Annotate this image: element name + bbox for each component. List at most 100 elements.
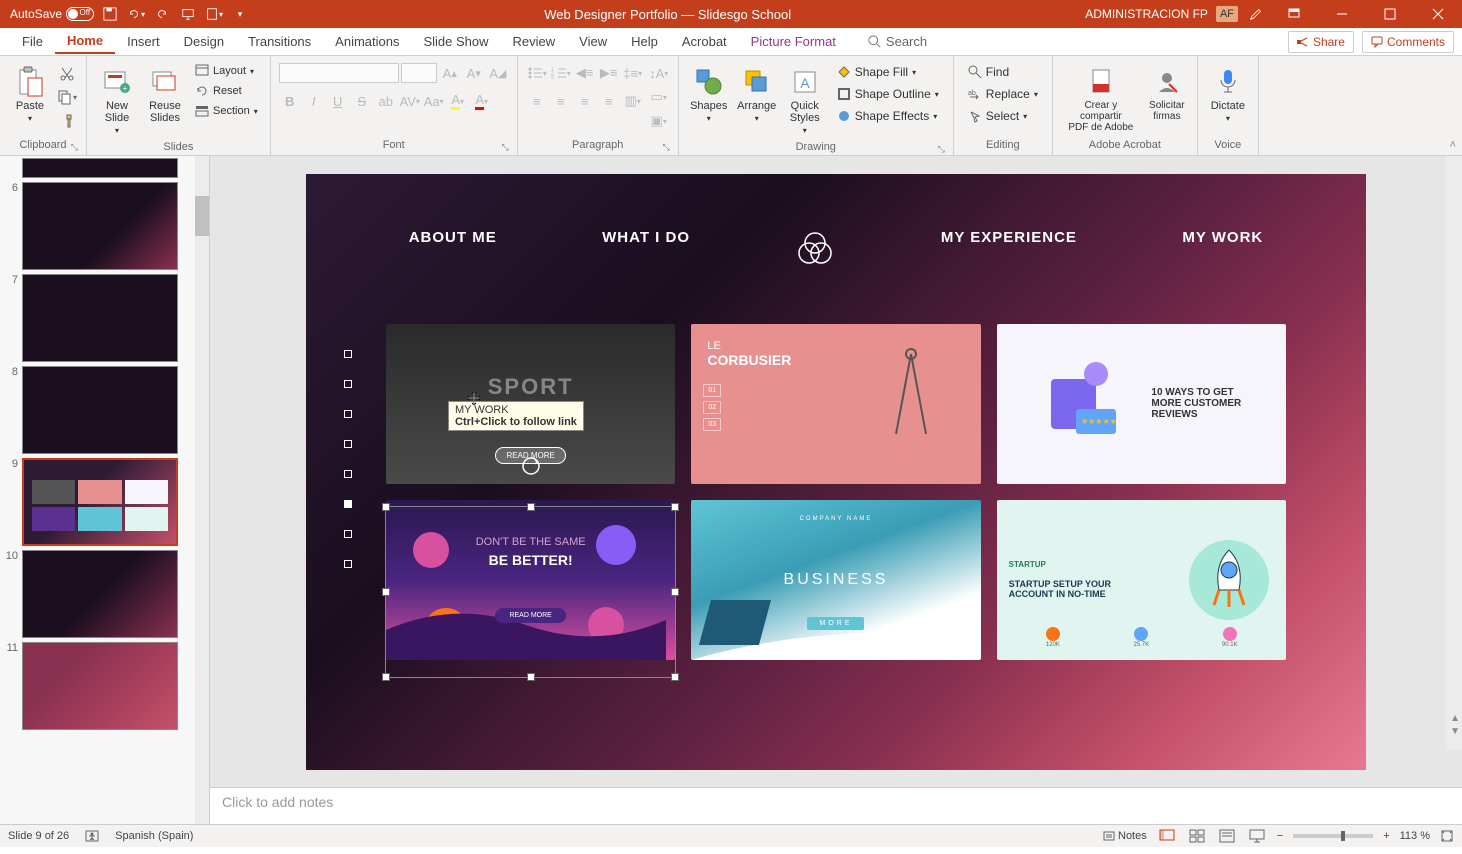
fit-window-icon[interactable] bbox=[1440, 829, 1454, 843]
reuse-slides-button[interactable]: Reuse Slides bbox=[143, 62, 187, 128]
arrange-button[interactable]: Arrange▾ bbox=[735, 62, 779, 127]
text-direction-button[interactable]: ↕A▾ bbox=[648, 62, 670, 84]
shapes-button[interactable]: Shapes▾ bbox=[687, 62, 731, 127]
qat-more-icon[interactable]: ▾ bbox=[204, 4, 224, 24]
reset-button[interactable]: Reset bbox=[191, 82, 262, 100]
maximize-button[interactable] bbox=[1370, 0, 1410, 28]
slide-thumb-11[interactable] bbox=[22, 642, 178, 730]
nav-work[interactable]: MY WORK bbox=[1182, 229, 1263, 269]
tab-acrobat[interactable]: Acrobat bbox=[670, 30, 739, 53]
next-slide-icon[interactable]: ▼ bbox=[1450, 726, 1460, 737]
accessibility-icon[interactable] bbox=[85, 830, 99, 842]
nav-what[interactable]: WHAT I DO bbox=[602, 229, 690, 269]
sorter-view-icon[interactable] bbox=[1187, 828, 1207, 844]
italic-button[interactable]: I bbox=[303, 90, 325, 112]
tab-transitions[interactable]: Transitions bbox=[236, 30, 323, 53]
spacing-button[interactable]: AV▾ bbox=[399, 90, 421, 112]
normal-view-icon[interactable] bbox=[1157, 828, 1177, 844]
align-center-button[interactable]: ≡ bbox=[550, 90, 572, 112]
font-name-input[interactable] bbox=[279, 63, 399, 83]
ribbon-display-icon[interactable] bbox=[1274, 0, 1314, 28]
slideshow-view-icon[interactable] bbox=[1247, 828, 1267, 844]
align-text-button[interactable]: ▭▾ bbox=[648, 86, 670, 108]
justify-button[interactable]: ≡ bbox=[598, 90, 620, 112]
strike-button[interactable]: S bbox=[351, 90, 373, 112]
minimize-button[interactable] bbox=[1322, 0, 1362, 28]
notes-toggle[interactable]: Notes bbox=[1103, 830, 1147, 842]
bullets-button[interactable]: ▾ bbox=[526, 62, 548, 84]
format-painter-button[interactable] bbox=[56, 110, 78, 132]
tab-picture-format[interactable]: Picture Format bbox=[739, 30, 848, 53]
zoom-in-button[interactable]: + bbox=[1383, 830, 1389, 842]
layout-button[interactable]: Layout▾ bbox=[191, 62, 262, 80]
selection-box[interactable] bbox=[385, 506, 676, 678]
slide-thumb-7[interactable] bbox=[22, 274, 178, 362]
tab-file[interactable]: File bbox=[10, 30, 55, 53]
section-button[interactable]: Section▾ bbox=[191, 102, 262, 120]
columns-button[interactable]: ▥▾ bbox=[622, 90, 644, 112]
outdent-button[interactable]: ◀≡ bbox=[574, 62, 596, 84]
replace-button[interactable]: abReplace▾ bbox=[962, 84, 1044, 104]
font-size-input[interactable] bbox=[401, 63, 437, 83]
highlight-button[interactable]: A▾ bbox=[447, 90, 469, 112]
dictate-button[interactable]: Dictate▾ bbox=[1206, 62, 1250, 127]
zoom-slider[interactable] bbox=[1293, 834, 1373, 838]
slide-thumb-6[interactable] bbox=[22, 182, 178, 270]
language-indicator[interactable]: Spanish (Spain) bbox=[115, 830, 193, 842]
paragraph-launcher[interactable]: ⤡ bbox=[663, 142, 670, 153]
nav-about[interactable]: ABOUT ME bbox=[409, 229, 497, 269]
collapse-ribbon-icon[interactable]: ˄ bbox=[1450, 139, 1456, 151]
create-pdf-button[interactable]: Crear y compartir PDF de Adobe bbox=[1061, 62, 1141, 137]
reading-view-icon[interactable] bbox=[1217, 828, 1237, 844]
slide-thumb-5[interactable] bbox=[22, 158, 178, 178]
font-color-button[interactable]: A▾ bbox=[471, 90, 493, 112]
line-spacing-button[interactable]: ‡≡▾ bbox=[622, 62, 644, 84]
clipboard-launcher[interactable]: ⤡ bbox=[71, 142, 78, 153]
font-launcher[interactable]: ⤡ bbox=[502, 142, 509, 153]
canvas-scrollbar[interactable] bbox=[1446, 156, 1462, 750]
change-case-button[interactable]: Aa▾ bbox=[423, 90, 445, 112]
clear-format-icon[interactable]: A◢ bbox=[487, 62, 509, 84]
save-icon[interactable] bbox=[100, 4, 120, 24]
numbering-button[interactable]: 123▾ bbox=[550, 62, 572, 84]
smartart-button[interactable]: ▣▾ bbox=[648, 110, 670, 132]
slide-thumb-8[interactable] bbox=[22, 366, 178, 454]
undo-icon[interactable]: ▾ bbox=[126, 4, 146, 24]
copy-button[interactable]: ▾ bbox=[56, 86, 78, 108]
tab-home[interactable]: Home bbox=[55, 29, 115, 54]
underline-button[interactable]: U bbox=[327, 90, 349, 112]
autosave-toggle[interactable]: AutoSave Off bbox=[10, 7, 94, 21]
shape-fill-button[interactable]: Shape Fill▾ bbox=[831, 62, 945, 82]
zoom-level[interactable]: 113 % bbox=[1400, 830, 1430, 842]
new-slide-button[interactable]: + New Slide▾ bbox=[95, 62, 139, 139]
drawing-launcher[interactable]: ⤡ bbox=[938, 144, 945, 155]
nav-experience[interactable]: MY EXPERIENCE bbox=[941, 229, 1077, 269]
zoom-out-button[interactable]: − bbox=[1277, 830, 1283, 842]
cut-button[interactable] bbox=[56, 62, 78, 84]
find-button[interactable]: Find bbox=[962, 62, 1044, 82]
rotate-icon[interactable] bbox=[521, 456, 541, 476]
shape-outline-button[interactable]: Shape Outline▾ bbox=[831, 84, 945, 104]
align-right-button[interactable]: ≡ bbox=[574, 90, 596, 112]
slides-panel[interactable]: 6 7 8 9 10 11 bbox=[0, 156, 210, 824]
thumbnails-scrollbar[interactable] bbox=[195, 156, 209, 824]
tab-help[interactable]: Help bbox=[619, 30, 670, 53]
qat-customize-icon[interactable]: ▾ bbox=[230, 4, 250, 24]
portfolio-card-5[interactable]: COMPANY NAME BUSINESS MORE bbox=[691, 500, 980, 660]
present-icon[interactable] bbox=[178, 4, 198, 24]
shadow-button[interactable]: ab bbox=[375, 90, 397, 112]
notes-pane[interactable]: Click to add notes bbox=[210, 787, 1462, 824]
portfolio-card-3[interactable]: ★★★★★ 10 WAYS TO GET MORE CUSTOMER REVIE… bbox=[997, 324, 1286, 484]
quick-styles-button[interactable]: A Quick Styles▾ bbox=[783, 62, 827, 139]
slide-canvas[interactable]: ABOUT ME WHAT I DO MY EXPERIENCE MY WORK bbox=[306, 174, 1366, 770]
tab-review[interactable]: Review bbox=[501, 30, 568, 53]
shape-effects-button[interactable]: Shape Effects▾ bbox=[831, 106, 945, 126]
increase-font-icon[interactable]: A▴ bbox=[439, 62, 461, 84]
align-left-button[interactable]: ≡ bbox=[526, 90, 548, 112]
tab-design[interactable]: Design bbox=[172, 30, 236, 53]
close-button[interactable] bbox=[1418, 0, 1458, 28]
share-button[interactable]: Share bbox=[1288, 31, 1354, 53]
select-button[interactable]: Select▾ bbox=[962, 106, 1044, 126]
paste-button[interactable]: Paste▾ bbox=[8, 62, 52, 127]
pen-icon[interactable] bbox=[1246, 4, 1266, 24]
